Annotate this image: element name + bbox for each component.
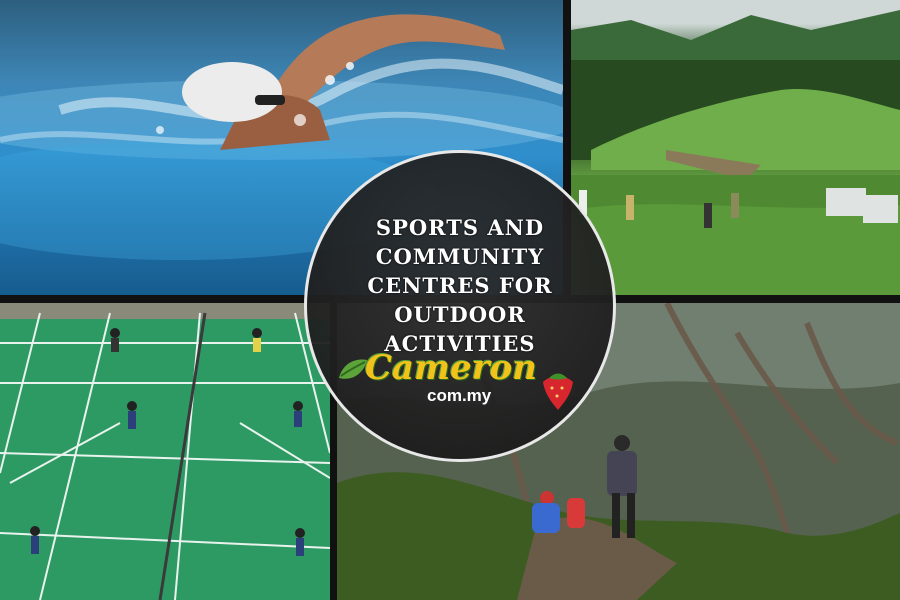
badminton-illustration xyxy=(0,303,330,600)
headline-line: COMMUNITY xyxy=(375,244,545,269)
headline: SPORTS AND COMMUNITY CENTRES FOR OUTDOOR… xyxy=(307,213,613,358)
logo-main: Cameron xyxy=(365,348,538,388)
headline-line: SPORTS AND xyxy=(375,215,545,240)
title-badge: SPORTS AND COMMUNITY CENTRES FOR OUTDOOR… xyxy=(304,150,616,462)
headline-line: OUTDOOR xyxy=(394,302,526,327)
logo-sub: com.my xyxy=(427,386,492,405)
badminton-photo xyxy=(0,303,330,600)
golf-illustration xyxy=(571,10,900,295)
cameron-logo: Cameron com.my xyxy=(337,348,597,418)
golf-photo xyxy=(571,0,900,295)
strawberry-icon xyxy=(543,373,573,410)
headline-line: CENTRES FOR xyxy=(367,273,553,298)
